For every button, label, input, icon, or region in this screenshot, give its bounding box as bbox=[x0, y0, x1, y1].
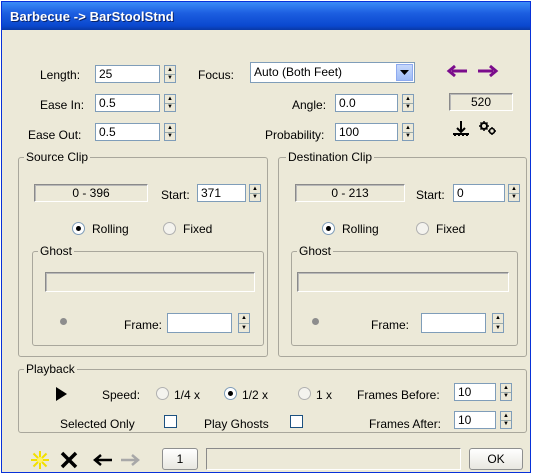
destination-fixed-label: Fixed bbox=[436, 222, 466, 236]
speed-half-radio[interactable] bbox=[224, 387, 237, 400]
title-bar[interactable]: Barbecue -> BarStoolStnd bbox=[2, 2, 530, 30]
destination-ghost-readout bbox=[297, 272, 509, 292]
align-feet-icon[interactable] bbox=[451, 119, 471, 137]
selected-only-checkbox[interactable] bbox=[164, 415, 177, 428]
source-range-readout: 0 - 396 bbox=[34, 184, 148, 202]
source-frame-label: Frame: bbox=[124, 318, 163, 332]
dialog-window: Barbecue -> BarStoolStnd Length: ▲▼ Ease… bbox=[1, 1, 531, 473]
gears-settings-icon[interactable] bbox=[477, 119, 499, 137]
angle-field[interactable] bbox=[335, 94, 398, 112]
probability-field[interactable] bbox=[335, 123, 398, 141]
length-field[interactable] bbox=[95, 65, 160, 83]
angle-spinner[interactable]: ▲ ▼ bbox=[402, 94, 414, 112]
source-frame-field[interactable] bbox=[167, 313, 232, 333]
ease-in-label: Ease In: bbox=[40, 98, 85, 112]
speed-label: Speed: bbox=[102, 388, 141, 402]
destination-start-spinner[interactable]: ▲ ▼ bbox=[508, 184, 520, 202]
next-transition-arrow-icon[interactable] bbox=[477, 63, 499, 79]
ease-out-field[interactable] bbox=[95, 123, 160, 141]
source-rolling-label: Rolling bbox=[92, 222, 129, 236]
ease-out-label: Ease Out: bbox=[28, 128, 82, 142]
frames-before-spinner[interactable]: ▲ ▼ bbox=[500, 383, 512, 401]
play-icon[interactable] bbox=[54, 386, 68, 402]
source-fixed-radio[interactable] bbox=[163, 222, 176, 235]
new-transition-starburst-icon[interactable] bbox=[29, 449, 51, 471]
frames-after-spinner[interactable]: ▲ ▼ bbox=[500, 411, 512, 429]
transition-index-button[interactable]: 1 bbox=[162, 448, 198, 470]
speed-half-label: 1/2 x bbox=[242, 388, 269, 402]
probability-spinner[interactable]: ▲ ▼ bbox=[402, 123, 414, 141]
forward-arrow-icon[interactable] bbox=[119, 451, 141, 469]
playback-title: Playback bbox=[24, 362, 77, 376]
frames-after-label: Frames After: bbox=[369, 417, 442, 431]
back-arrow-icon[interactable] bbox=[92, 451, 114, 469]
angle-label: Angle: bbox=[292, 98, 327, 112]
source-fixed-label: Fixed bbox=[183, 222, 213, 236]
source-ghost-indicator-icon bbox=[60, 318, 67, 325]
focus-dropdown[interactable]: Auto (Both Feet) bbox=[250, 62, 415, 83]
speed-full-label: 1 x bbox=[316, 388, 333, 402]
ok-button[interactable]: OK bbox=[469, 448, 523, 470]
destination-ghost-indicator-icon bbox=[312, 318, 319, 325]
delete-x-icon[interactable] bbox=[58, 450, 80, 470]
probability-label: Probability: bbox=[265, 128, 325, 142]
destination-clip-title: Destination Clip bbox=[286, 150, 375, 164]
frames-before-label: Frames Before: bbox=[357, 388, 440, 402]
source-frame-spinner[interactable]: ▲ ▼ bbox=[238, 313, 250, 333]
destination-rolling-label: Rolling bbox=[342, 222, 379, 236]
destination-start-field[interactable] bbox=[453, 184, 505, 202]
source-start-field[interactable] bbox=[197, 184, 246, 202]
length-spinner[interactable]: ▲ ▼ bbox=[164, 65, 176, 83]
selected-only-label: Selected Only bbox=[60, 417, 135, 431]
ease-in-spinner[interactable]: ▲ ▼ bbox=[164, 94, 176, 112]
focus-value: Auto (Both Feet) bbox=[254, 65, 343, 79]
play-ghosts-label: Play Ghosts bbox=[204, 417, 269, 431]
frames-after-field[interactable] bbox=[454, 411, 496, 429]
source-start-label: Start: bbox=[161, 188, 190, 202]
frames-before-field[interactable] bbox=[454, 383, 496, 401]
destination-rolling-radio[interactable] bbox=[322, 222, 335, 235]
destination-frame-label: Frame: bbox=[371, 318, 410, 332]
speed-full-radio[interactable] bbox=[298, 387, 311, 400]
destination-frame-spinner[interactable]: ▲ ▼ bbox=[492, 313, 504, 333]
ease-in-field[interactable] bbox=[95, 94, 160, 112]
focus-label: Focus: bbox=[198, 68, 235, 82]
source-rolling-radio[interactable] bbox=[72, 222, 85, 235]
destination-start-label: Start: bbox=[416, 188, 445, 202]
ease-out-spinner[interactable]: ▲ ▼ bbox=[164, 123, 176, 141]
destination-fixed-radio[interactable] bbox=[416, 222, 429, 235]
frame-count-readout: 520 bbox=[449, 93, 513, 111]
source-start-spinner[interactable]: ▲ ▼ bbox=[249, 184, 261, 202]
status-bar bbox=[206, 448, 461, 470]
previous-transition-arrow-icon[interactable] bbox=[446, 63, 468, 79]
dropdown-arrow-icon[interactable] bbox=[396, 64, 413, 81]
play-ghosts-checkbox[interactable] bbox=[290, 415, 303, 428]
speed-quarter-label: 1/4 x bbox=[174, 388, 201, 402]
source-ghost-title: Ghost bbox=[38, 244, 75, 258]
window-title: Barbecue -> BarStoolStnd bbox=[10, 8, 174, 24]
length-label: Length: bbox=[40, 68, 81, 82]
source-clip-title: Source Clip bbox=[24, 150, 91, 164]
destination-ghost-title: Ghost bbox=[297, 244, 334, 258]
source-ghost-readout bbox=[45, 272, 255, 292]
destination-range-readout: 0 - 213 bbox=[295, 184, 405, 202]
speed-quarter-radio[interactable] bbox=[156, 387, 169, 400]
destination-frame-field[interactable] bbox=[421, 313, 486, 333]
